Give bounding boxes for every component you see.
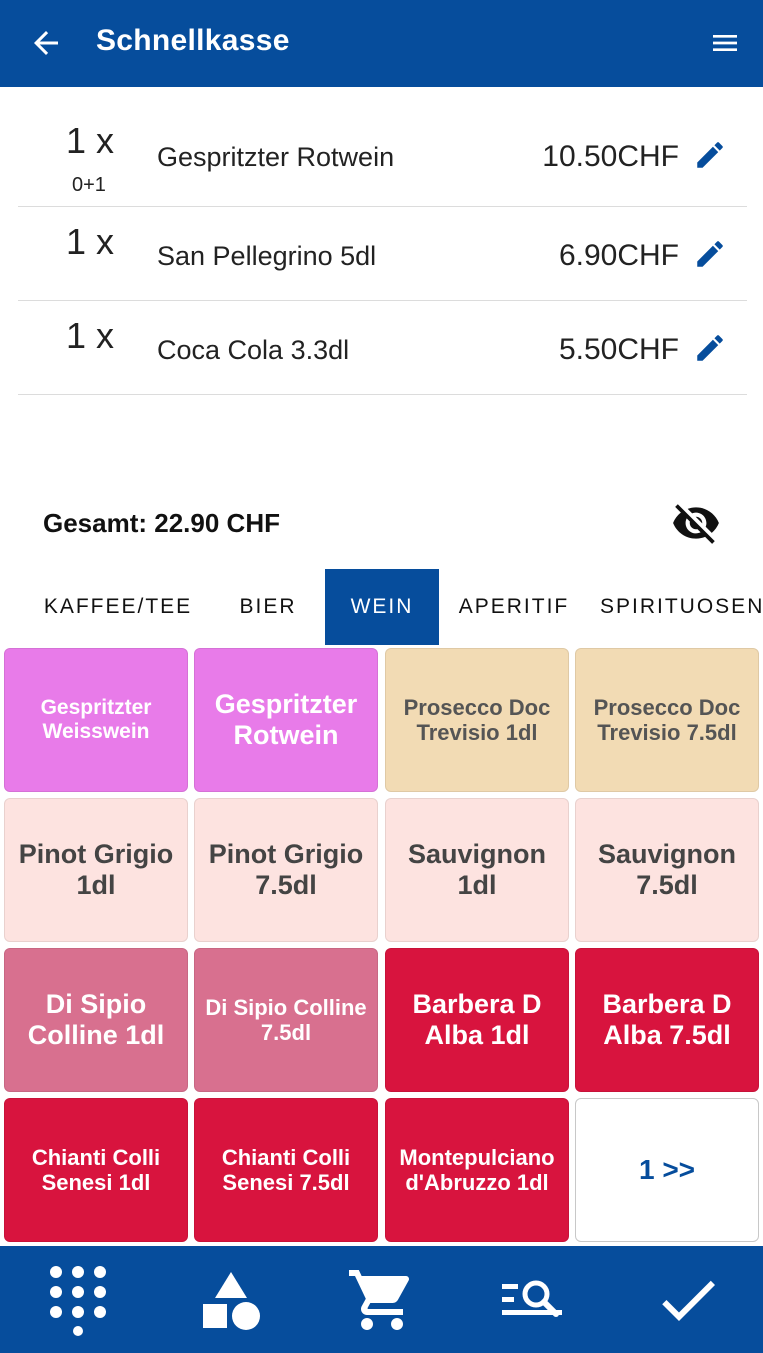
product-tile[interactable]: Prosecco Doc Trevisio 1dl (385, 648, 569, 792)
check-icon[interactable] (652, 1264, 724, 1336)
category-tabs: KAFFEE/TEE BIER WEIN APERITIF SPIRITUOSE… (0, 569, 763, 645)
cart-icon[interactable] (346, 1264, 418, 1336)
order-name: Coca Cola 3.3dl (157, 335, 350, 365)
tab-bier[interactable]: BIER (216, 569, 320, 645)
order-list: 1 x 0+1 Gespritzter Rotwein 10.50CHF 1 x… (18, 108, 747, 395)
product-tile[interactable]: Sauvignon 1dl (385, 798, 569, 942)
tab-aperitif[interactable]: APERITIF (448, 569, 580, 645)
keypad-icon[interactable] (42, 1264, 114, 1336)
product-tile[interactable]: Di Sipio Colline 7.5dl (194, 948, 378, 1092)
product-tile[interactable]: Barbera D Alba 7.5dl (575, 948, 759, 1092)
product-tile[interactable]: Pinot Grigio 7.5dl (194, 798, 378, 942)
product-tile[interactable]: Pinot Grigio 1dl (4, 798, 188, 942)
product-tile[interactable]: Barbera D Alba 1dl (385, 948, 569, 1092)
next-page-button[interactable]: 1 >> (575, 1098, 759, 1242)
order-price: 5.50CHF (558, 333, 679, 366)
tab-kaffee-tee[interactable]: KAFFEE/TEE (30, 569, 206, 645)
product-tile[interactable]: Gespritzter Rotwein (194, 648, 378, 792)
order-quantity: 1 x (66, 315, 115, 356)
page-title: Schnellkasse (96, 24, 290, 57)
edit-pencil-icon[interactable] (693, 138, 727, 172)
product-tile[interactable]: Chianti Colli Senesi 7.5dl (194, 1098, 378, 1242)
product-tile[interactable]: Chianti Colli Senesi 1dl (4, 1098, 188, 1242)
hamburger-menu-icon[interactable] (707, 27, 743, 59)
tab-spirituosen[interactable]: SPIRITUOSEN (600, 569, 763, 645)
product-tile[interactable]: Montepulciano d'Abruzzo 1dl (385, 1098, 569, 1242)
product-tile[interactable]: Sauvignon 7.5dl (575, 798, 759, 942)
eye-off-icon[interactable] (668, 498, 724, 548)
shapes-icon[interactable] (195, 1264, 267, 1336)
order-item[interactable]: 1 x San Pellegrino 5dl 6.90CHF (18, 207, 747, 301)
order-price: 6.90CHF (558, 239, 679, 272)
product-tile[interactable]: Gespritzter Weisswein (4, 648, 188, 792)
back-arrow-icon[interactable] (28, 25, 64, 61)
order-price: 10.50CHF (542, 140, 679, 173)
tab-wein[interactable]: WEIN (325, 569, 439, 645)
order-name: Gespritzter Rotwein (157, 142, 395, 172)
search-list-icon[interactable] (496, 1264, 568, 1336)
edit-pencil-icon[interactable] (693, 237, 727, 271)
bottom-nav (0, 1246, 763, 1353)
order-subquantity: 0+1 (72, 174, 106, 196)
order-quantity: 1 x (66, 221, 115, 262)
product-tile[interactable]: Di Sipio Colline 1dl (4, 948, 188, 1092)
app-bar: Schnellkasse (0, 0, 763, 87)
order-item[interactable]: 1 x 0+1 Gespritzter Rotwein 10.50CHF (18, 108, 747, 207)
product-tile[interactable]: Prosecco Doc Trevisio 7.5dl (575, 648, 759, 792)
order-item[interactable]: 1 x Coca Cola 3.3dl 5.50CHF (18, 301, 747, 395)
edit-pencil-icon[interactable] (693, 331, 727, 365)
total-amount: Gesamt: 22.90 CHF (43, 508, 280, 538)
order-quantity: 1 x (66, 120, 115, 161)
order-name: San Pellegrino 5dl (157, 241, 377, 271)
